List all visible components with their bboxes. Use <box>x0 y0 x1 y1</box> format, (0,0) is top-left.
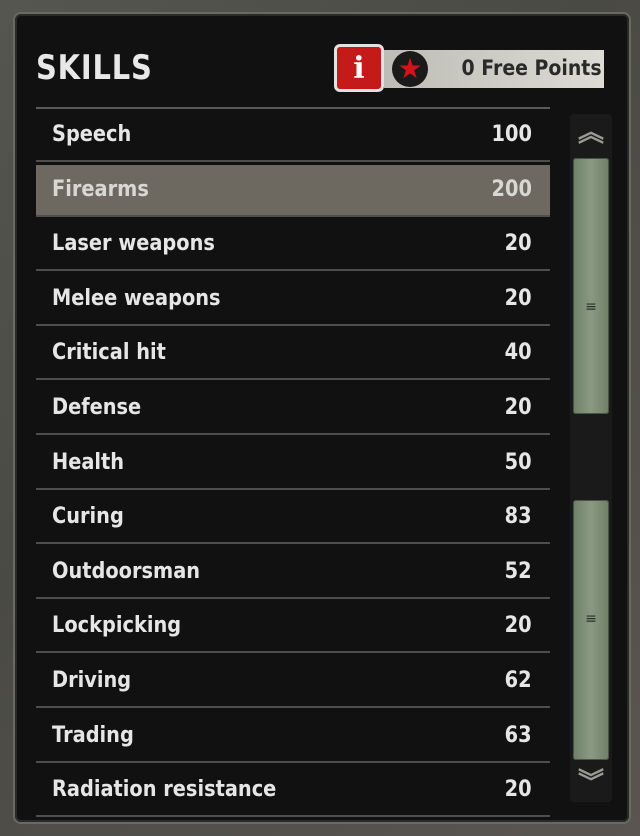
skill-name: Health <box>52 449 125 475</box>
skill-row[interactable]: Outdoorsman 52 <box>36 547 550 599</box>
skill-row[interactable]: Melee weapons 20 <box>36 274 550 326</box>
skill-value: 20 <box>505 777 532 803</box>
skill-row[interactable]: Lockpicking 20 <box>36 601 550 654</box>
skill-name: Outdoorsman <box>52 558 201 584</box>
scroll-thumb[interactable]: ≡ <box>573 158 609 414</box>
skill-value: 52 <box>505 558 532 584</box>
skill-row[interactable]: Speech 100 <box>36 110 550 162</box>
grip-icon: ≡ <box>585 611 597 627</box>
info-button[interactable]: i <box>334 44 384 92</box>
divider <box>36 107 550 109</box>
skill-row[interactable]: Firearms 200 <box>36 164 550 217</box>
free-points-label: 0 Free Points <box>461 56 602 80</box>
skill-value: 20 <box>505 394 532 420</box>
chevron-double-up-icon[interactable]: ︽ <box>570 114 612 152</box>
skill-name: Laser weapons <box>52 231 215 257</box>
skill-value: 40 <box>505 340 532 366</box>
skill-row[interactable]: Driving 62 <box>36 656 550 708</box>
skill-value: 20 <box>505 231 532 257</box>
skill-value: 62 <box>505 667 532 693</box>
skill-name: Firearms <box>52 176 149 202</box>
skill-name: Radiation resistance <box>52 777 277 803</box>
skill-value: 100 <box>491 122 532 147</box>
skill-value: 200 <box>491 176 532 202</box>
skill-name: Melee weapons <box>52 285 221 311</box>
skill-name: Critical hit <box>52 340 166 366</box>
skill-name: Trading <box>52 722 134 748</box>
skill-name: Driving <box>52 667 132 693</box>
skill-value: 20 <box>505 285 532 311</box>
skill-value: 20 <box>505 613 532 639</box>
star-icon: ★ <box>392 51 428 87</box>
skill-value: 63 <box>505 722 532 748</box>
chevron-double-down-icon[interactable]: ︾ <box>570 764 612 802</box>
skill-row[interactable]: Health 50 <box>36 438 550 490</box>
skill-row[interactable]: Critical hit 40 <box>36 328 550 381</box>
skill-name: Speech <box>52 122 132 147</box>
scroll-thumb-lower[interactable]: ≡ <box>573 500 609 760</box>
scrollbar[interactable]: ︽ ≡ ≡ ︾ <box>570 114 612 802</box>
skill-value: 50 <box>505 449 532 475</box>
skill-value: 83 <box>505 504 532 530</box>
skill-list: Speech 100 Firearms 200 Laser weapons 20 Melee… <box>36 110 550 820</box>
skill-row[interactable]: Laser weapons 20 <box>36 219 550 272</box>
skill-row[interactable]: Radiation resistance 20 <box>36 765 550 818</box>
page-title: SKILLS <box>36 48 153 88</box>
skill-name: Curing <box>52 504 124 530</box>
skill-row[interactable]: Defense 20 <box>36 383 550 435</box>
skill-name: Lockpicking <box>52 613 182 639</box>
skill-name: Defense <box>52 394 142 420</box>
skill-row[interactable]: Trading 63 <box>36 711 550 763</box>
skill-row[interactable]: Curing 83 <box>36 492 550 545</box>
grip-icon: ≡ <box>585 299 597 315</box>
